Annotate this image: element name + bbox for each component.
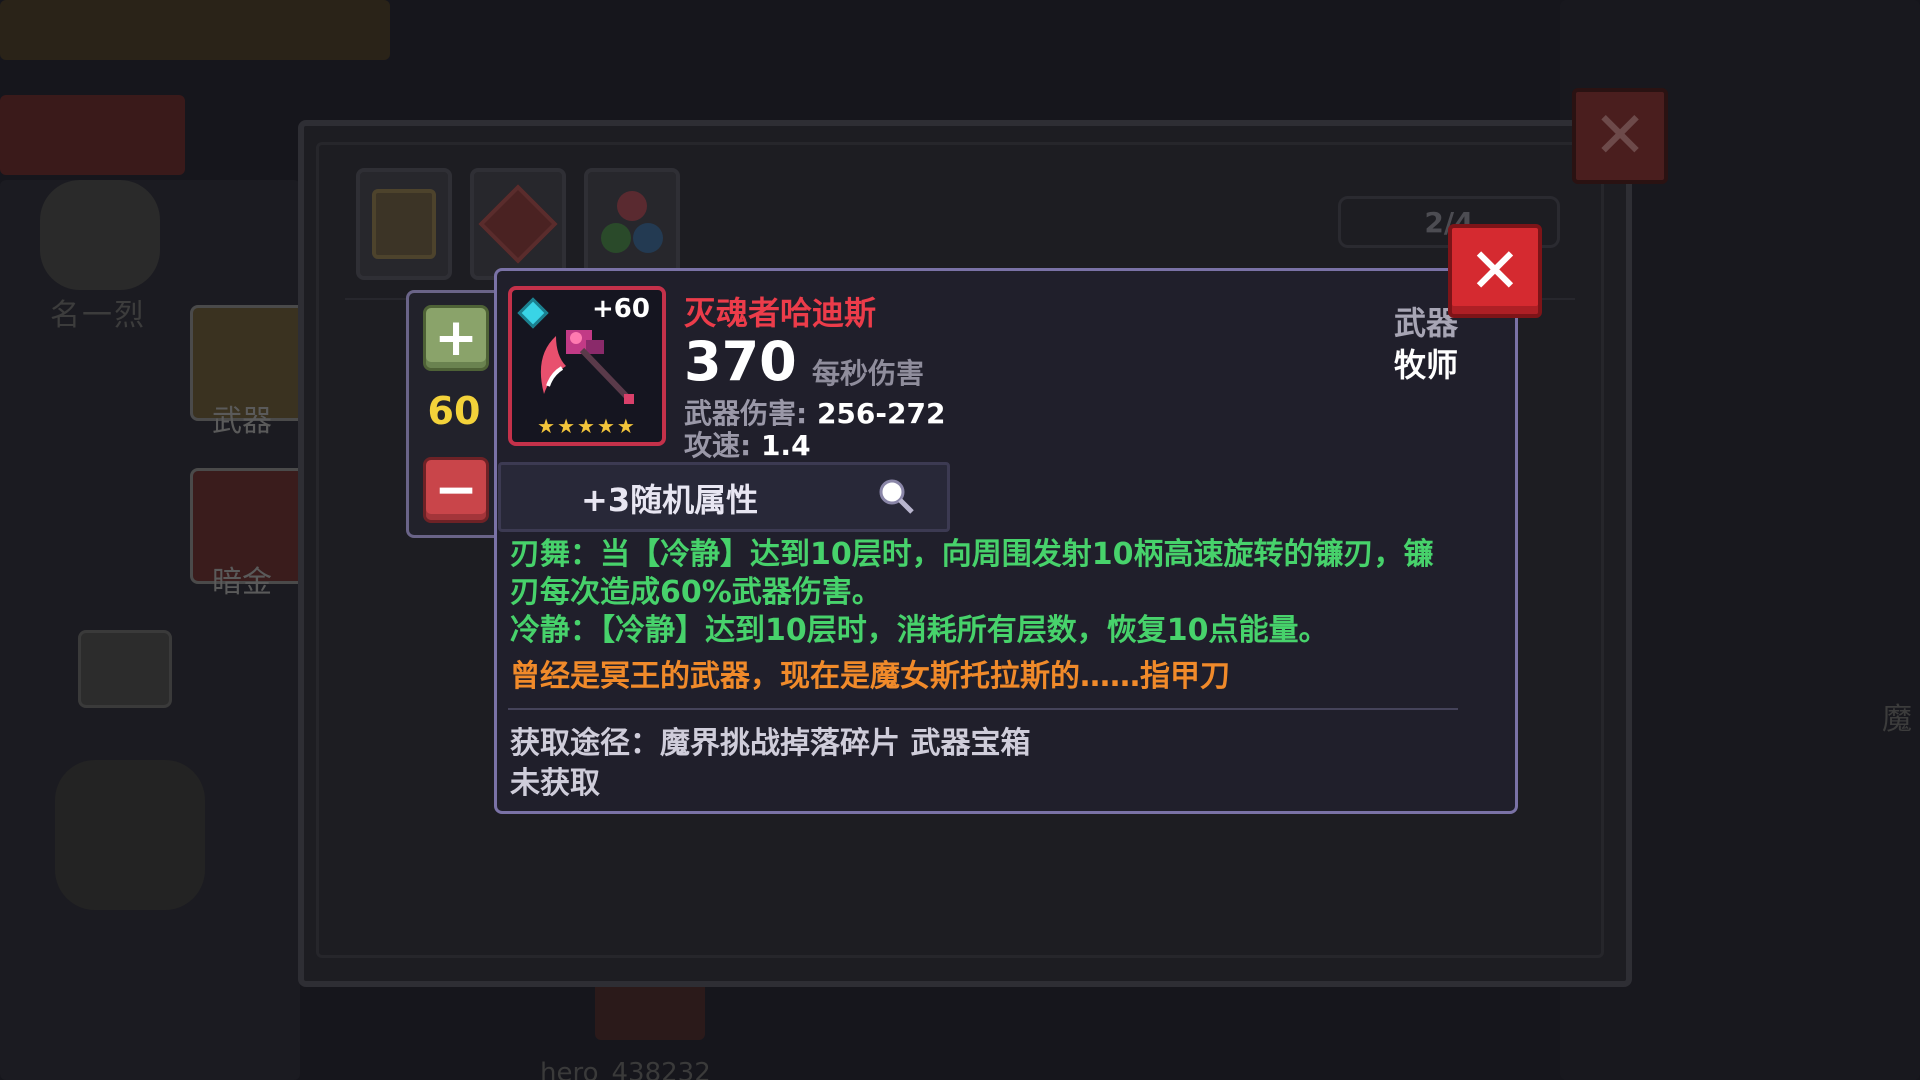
orbs-icon — [597, 189, 667, 259]
minus-icon: − — [434, 460, 478, 520]
dps-label: 每秒伤害 — [812, 357, 925, 390]
level-value: 60 — [427, 389, 481, 433]
chat-icon[interactable] — [78, 630, 172, 708]
background-character — [40, 180, 160, 290]
dps-value: 370 — [684, 330, 797, 393]
attack-speed-value: 1.4 — [760, 429, 811, 462]
calm-description: 冷静：【冷静】达到10层时，消耗所有层数，恢复10点能量。 — [510, 613, 1329, 648]
attack-speed-label: 攻速: — [684, 429, 752, 462]
item-stars: ★★★★★ — [537, 414, 637, 438]
tab-gem[interactable] — [470, 168, 566, 280]
scythe-icon — [540, 330, 634, 404]
close-icon: ✕ — [1469, 234, 1521, 307]
background-creature — [595, 980, 705, 1040]
item-class: 牧师 — [1393, 346, 1458, 384]
item-portrait: +60 ★★★★★ — [508, 286, 666, 446]
game-screen: 名一烈 武器 暗金 hero_438232 魔 ✕ 2/4 + 60 − +60 — [0, 0, 1920, 1080]
lore-text: 曾经是冥王的武器，现在是魔女斯托拉斯的……指甲刀 — [510, 659, 1230, 694]
plus-icon: + — [434, 308, 478, 368]
tooltip-divider — [508, 708, 1458, 710]
random-attributes-bar[interactable]: +3随机属性 — [498, 462, 950, 532]
weapon-damage-value: 256-272 — [816, 397, 946, 430]
random-attributes-label: +3随机属性 — [581, 481, 759, 519]
attack-speed: 攻速: 1.4 — [684, 424, 811, 464]
background-wizard-character — [55, 760, 205, 910]
acquisition-status: 未获取 — [510, 766, 600, 801]
background-right-label: 魔 — [1882, 702, 1912, 737]
side-tab-dark-gold-label: 暗金 — [212, 565, 272, 600]
armor-icon — [372, 189, 436, 259]
level-plus-button[interactable]: + — [423, 305, 489, 371]
skill-description: 刃舞：当【冷静】达到10层时，向周围发射10柄高速旋转的镰刃，镰刃每次造成60%… — [510, 537, 1434, 610]
level-minus-button[interactable]: − — [423, 457, 489, 523]
side-tab-weapon-label: 武器 — [212, 404, 272, 439]
acquisition-source: 获取途径：魔界挑战掉落碎片 武器宝箱 — [510, 726, 1031, 761]
background-banner — [0, 95, 185, 175]
player-name: hero_438232 — [540, 1058, 711, 1080]
gem-icon — [478, 184, 558, 264]
item-type: 武器 — [1393, 304, 1458, 342]
tooltip-close-button[interactable]: ✕ — [1448, 224, 1542, 318]
dialog-close-button[interactable]: ✕ — [1572, 88, 1668, 184]
tab-orbs[interactable] — [584, 168, 680, 280]
level-stepper: + 60 − — [406, 290, 502, 538]
tab-armor[interactable] — [356, 168, 452, 280]
item-name: 灭魂者哈迪斯 — [684, 294, 877, 332]
background-label: 名一烈 — [50, 298, 146, 333]
magnifier-icon[interactable] — [877, 477, 915, 515]
background-top-panel — [0, 0, 390, 60]
